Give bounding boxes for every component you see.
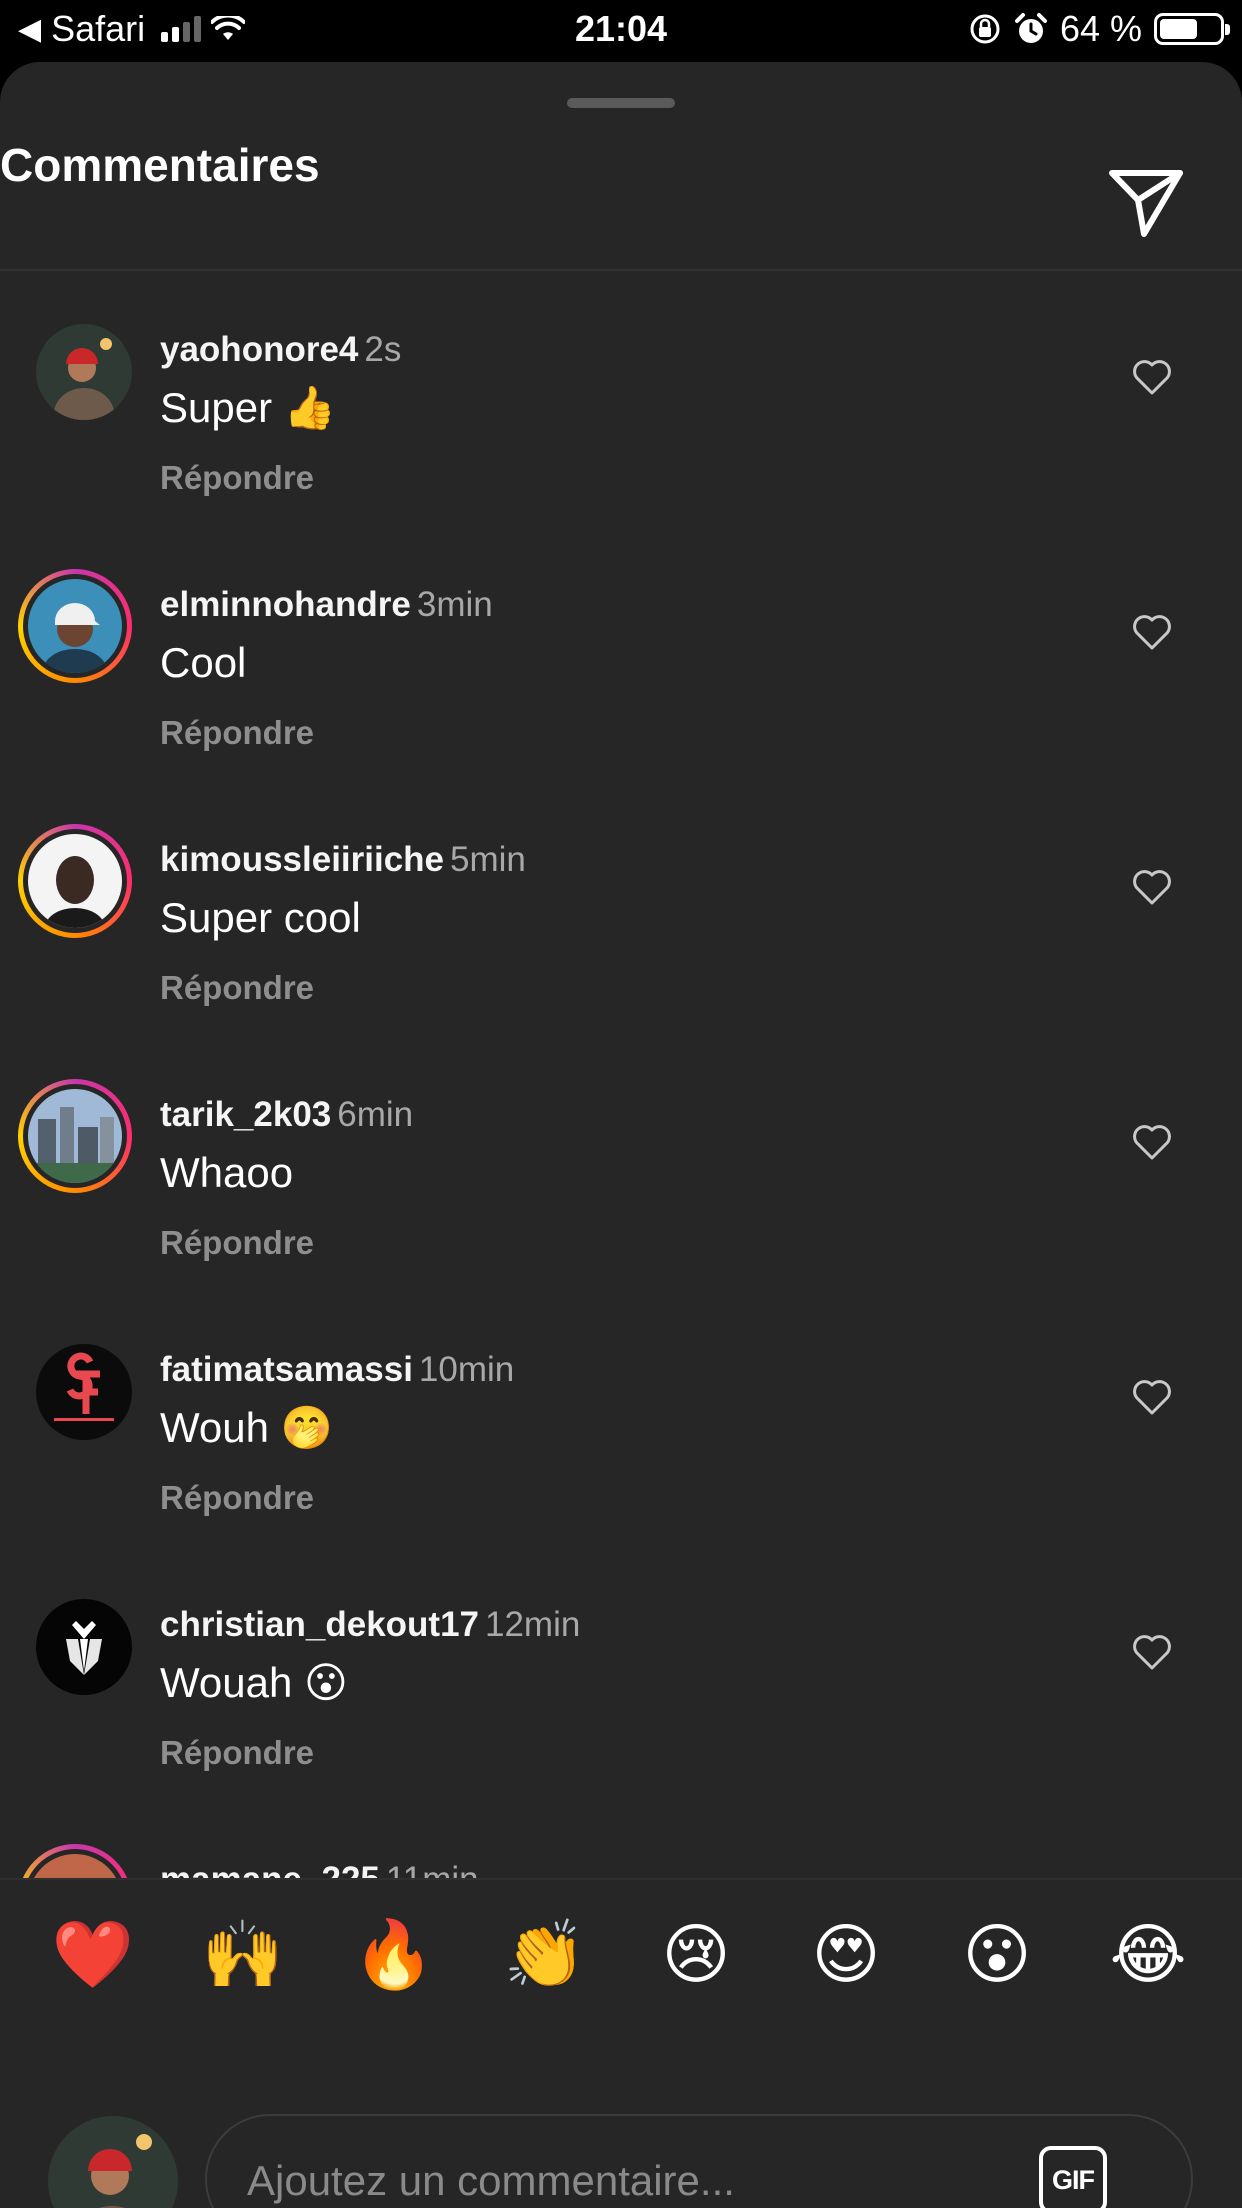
gif-button[interactable]: GIF (1039, 2146, 1107, 2208)
composer-avatar (48, 2116, 178, 2208)
reply-button[interactable]: Répondre (160, 1478, 1060, 1518)
avatar[interactable] (36, 1599, 132, 1695)
comment-item: christian_dekout17 12min Wouah 😮 Répondre (0, 1589, 1242, 1844)
tuxedo-mask-avatar-image (36, 1599, 132, 1695)
comment-text: Cool (160, 639, 247, 686)
avatar (28, 579, 122, 673)
comment-text: Wouah 😮 (160, 1659, 348, 1706)
comment-text: Super cool (160, 894, 361, 941)
comment-time: 6min (337, 1095, 414, 1134)
story-ring[interactable] (18, 569, 132, 683)
reply-button[interactable]: Répondre (160, 713, 1060, 753)
avatar-image (28, 834, 122, 928)
comment-time: 5min (450, 840, 526, 879)
avatar[interactable] (36, 324, 132, 420)
comment-time: 10min (418, 1350, 515, 1389)
emoji-surprised-button[interactable]: 😮 (952, 1910, 1042, 2000)
reply-button[interactable]: Répondre (160, 968, 1060, 1008)
comment-input-box[interactable]: GIF (205, 2114, 1193, 2208)
paper-plane-icon[interactable] (1108, 168, 1184, 238)
comment-input[interactable] (245, 2146, 1005, 2208)
emoji-fire-button[interactable]: 🔥 (349, 1910, 439, 2000)
avatar[interactable] (36, 1344, 132, 1440)
comment-item: fatimatsamassi 10min Wouh 🤭 Répondre (0, 1334, 1242, 1589)
avatar (28, 1089, 122, 1183)
emoji-raised-hands-button[interactable]: 🙌 (198, 1910, 288, 2000)
comment-text: Wouh 🤭 (160, 1404, 333, 1451)
comment-item: yaohonore4 2s Super 👍 Répondre (0, 314, 1242, 569)
comment-text: Whaoo (160, 1149, 294, 1196)
page-title: Commentaires (0, 139, 320, 191)
story-ring[interactable] (18, 1079, 132, 1193)
story-ring[interactable] (18, 824, 132, 938)
comment-username[interactable]: tarik_2k03 (160, 1095, 331, 1134)
avatar (28, 834, 122, 928)
comment-text: Super 👍 (160, 384, 337, 431)
battery-percent: 64 % (1059, 8, 1142, 49)
header-divider (0, 269, 1242, 271)
avatar-image (48, 2116, 178, 2208)
avatar-image (28, 579, 122, 673)
comment-body: kimoussleiiriiche 5min Super cool Répondr… (160, 838, 1060, 1008)
comment-time: 12min (485, 1605, 581, 1644)
comment-body: christian_dekout17 12min Wouah 😮 Répondre (160, 1603, 1060, 1773)
comment-item: kimoussleiiriiche 5min Super cool Répondr… (0, 824, 1242, 1079)
alarm-icon (1014, 13, 1047, 43)
comment-item: elminnohandre 3min Cool Répondre (0, 569, 1242, 824)
quick-reactions-bar: ❤️ 🙌 🔥 👏 😢 😍 😮 😂 (0, 1910, 1242, 2010)
emoji-laughing-button[interactable]: 😂 (1103, 1910, 1193, 2000)
heart-icon[interactable] (1132, 1378, 1172, 1416)
sf-logo-avatar-image (36, 1344, 132, 1440)
comment-body: elminnohandre 3min Cool Répondre (160, 583, 1060, 753)
emoji-crying-button[interactable]: 😢 (651, 1910, 741, 2000)
comment-time: 3min (416, 585, 493, 624)
comment-body: tarik_2k03 6min Whaoo Répondre (160, 1093, 1060, 1263)
battery-icon (1154, 13, 1230, 45)
heart-icon[interactable] (1132, 1123, 1172, 1161)
heart-icon[interactable] (1132, 613, 1172, 651)
avatar-image (28, 1089, 122, 1183)
comment-time: 2s (364, 330, 402, 369)
status-right: 64 % (968, 8, 1230, 50)
comment-username[interactable]: kimoussleiiriiche (160, 840, 444, 879)
comment-username[interactable]: fatimatsamassi (160, 1350, 413, 1389)
emoji-heart-eyes-button[interactable]: 😍 (801, 1910, 891, 2000)
heart-icon[interactable] (1132, 868, 1172, 906)
comments-sheet: Commentaires yaohonore4 2s Super 👍 Répond… (0, 62, 1242, 2208)
comment-body: fatimatsamassi 10min Wouh 🤭 Répondre (160, 1348, 1060, 1518)
comment-body: yaohonore4 2s Super 👍 Répondre (160, 328, 1060, 498)
emoji-clap-button[interactable]: 👏 (500, 1910, 590, 2000)
avatar-image (36, 324, 132, 420)
sheet-grabber[interactable] (567, 98, 675, 108)
battery-fill (1160, 19, 1198, 39)
comment-username[interactable]: yaohonore4 (160, 330, 358, 369)
comment-composer: ❤️ 🙌 🔥 👏 😢 😍 😮 😂 GIF (0, 1878, 1242, 2208)
heart-icon[interactable] (1132, 358, 1172, 396)
status-bar: ◀ Safari 21:04 64 % (0, 0, 1242, 62)
comment-username[interactable]: christian_dekout17 (160, 1605, 479, 1644)
reply-button[interactable]: Répondre (160, 1223, 1060, 1263)
comment-username[interactable]: elminnohandre (160, 585, 411, 624)
heart-icon[interactable] (1132, 1633, 1172, 1671)
comment-item: tarik_2k03 6min Whaoo Répondre (0, 1079, 1242, 1334)
emoji-heart-button[interactable]: ❤️ (48, 1910, 138, 2000)
reply-button[interactable]: Répondre (160, 458, 1060, 498)
rotation-lock-icon (970, 14, 1000, 44)
reply-button[interactable]: Répondre (160, 1733, 1060, 1773)
